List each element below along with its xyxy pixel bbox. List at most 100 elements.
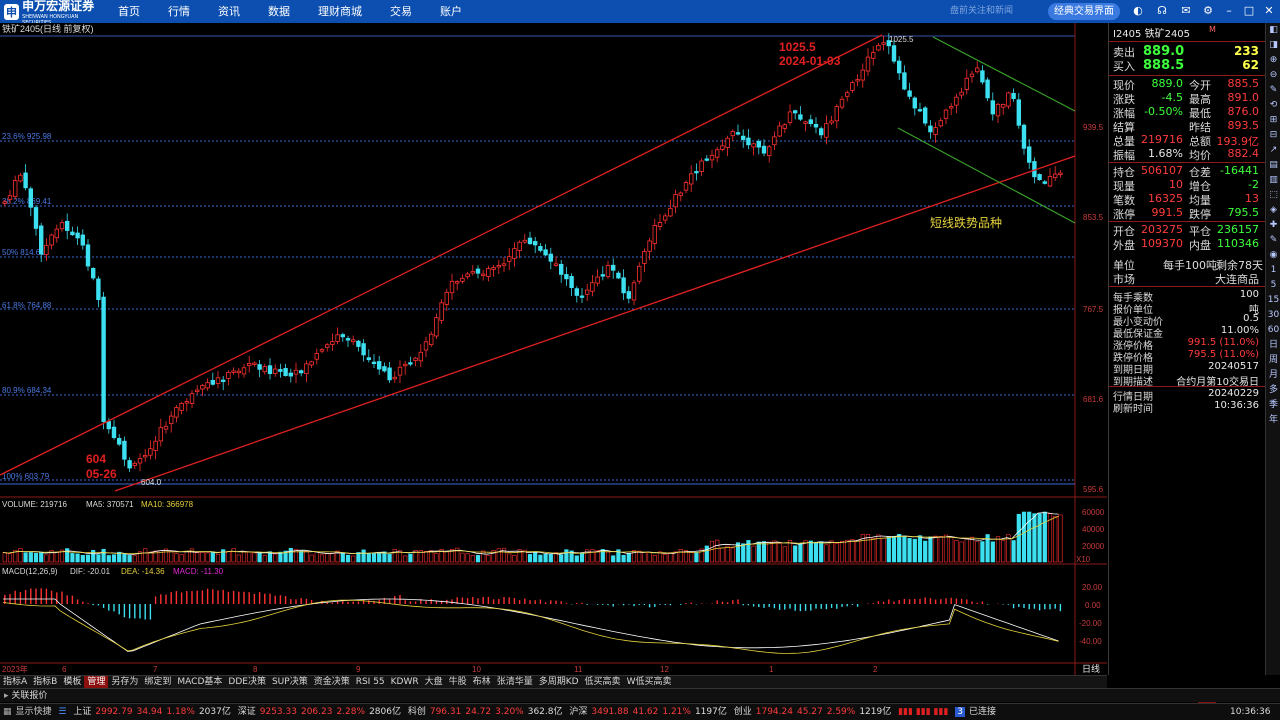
volume-bar — [361, 549, 366, 563]
drawing-tool-icon[interactable]: ◈ — [1266, 203, 1280, 218]
candle — [85, 244, 91, 267]
nav-home[interactable]: 首页 — [104, 0, 154, 23]
vol-tick: 20000 — [1082, 542, 1105, 551]
ask-price[interactable]: 889.0 — [1143, 44, 1184, 59]
show-shortcut-button[interactable]: 显示快捷 — [16, 707, 52, 717]
candle — [449, 280, 455, 294]
candle — [782, 124, 787, 129]
mail-icon[interactable]: ✉ — [1179, 4, 1193, 18]
drawing-tool-icon[interactable]: ⟲ — [1266, 98, 1280, 113]
gear-icon[interactable]: ⚙ — [1201, 4, 1215, 18]
kline-chart[interactable]: 23.6% 925.98 38.2% 869.41 50% 814.61 61.… — [0, 23, 1107, 675]
info-value: 991.5 (11.0%) — [1187, 337, 1259, 348]
list-icon[interactable]: ☰ — [58, 707, 66, 717]
month-tick: 10 — [472, 665, 481, 674]
drawing-tool-icon[interactable]: ◧ — [1266, 23, 1280, 38]
period-button[interactable]: 60 — [1266, 323, 1280, 338]
candle — [512, 248, 517, 259]
volume-bar — [730, 547, 735, 563]
candle — [148, 448, 153, 456]
volume-bar — [215, 553, 221, 563]
quote-field-label: 外盘 — [1113, 239, 1135, 252]
nav-quotes[interactable]: 行情 — [154, 0, 204, 23]
classic-trade-button[interactable]: 经典交易界面 — [1048, 3, 1120, 20]
quote-row: 振幅 1.68% 均价 882.4 — [1113, 147, 1263, 162]
drawing-tool-icon[interactable]: ◨ — [1266, 38, 1280, 53]
nav-trade[interactable]: 交易 — [376, 0, 426, 23]
linked-quote-bar[interactable]: ▸ 关联报价 — [0, 688, 1280, 702]
period-button[interactable]: 月 — [1266, 368, 1280, 383]
bid-price[interactable]: 888.5 — [1143, 58, 1184, 73]
nav-account[interactable]: 账户 — [426, 0, 476, 23]
candle — [517, 241, 522, 251]
period-button[interactable]: 多 — [1266, 383, 1280, 398]
candle — [777, 125, 782, 137]
volume-bar — [486, 555, 491, 563]
drawing-tool-icon[interactable]: ⊕ — [1266, 53, 1280, 68]
candle — [569, 276, 574, 289]
period-button[interactable]: 30 — [1266, 308, 1280, 323]
macd-dea: DEA: -14.36 — [121, 567, 165, 576]
drawing-tool-icon[interactable]: ↗ — [1266, 143, 1280, 158]
drawing-tool-icon[interactable]: ✎ — [1266, 83, 1280, 98]
drawing-tool-icon[interactable]: ⊞ — [1266, 113, 1280, 128]
volume-bar — [839, 540, 845, 563]
candle — [75, 232, 80, 239]
contract-info-row: 到期描述 合约月第10交易日 — [1113, 373, 1263, 388]
logo-text: 申万宏源证券 — [22, 0, 95, 13]
sh-index-label[interactable]: 上证 — [73, 707, 91, 717]
headset-icon[interactable]: ☊ — [1155, 4, 1169, 18]
contract-info-row: 跌停价格 795.5 (11.0%) — [1113, 349, 1263, 364]
drawing-tool-icon[interactable]: ⊖ — [1266, 68, 1280, 83]
hs-index-pct: 1.21% — [662, 707, 691, 717]
grid-icon[interactable]: ▦ — [3, 707, 12, 717]
period-button[interactable]: 日 — [1266, 338, 1280, 353]
volume-bar — [54, 552, 59, 563]
candle — [210, 380, 215, 385]
cy-index-label[interactable]: 创业 — [734, 707, 752, 717]
period-button[interactable]: 季 — [1266, 398, 1280, 413]
dif-line — [3, 598, 1059, 652]
close-icon[interactable]: ✕ — [1262, 4, 1276, 18]
quote-row: 开仓 203275 平仓 236157 — [1113, 223, 1263, 238]
minimize-icon[interactable]: – — [1222, 4, 1236, 18]
candle — [428, 333, 434, 346]
quote-field-label: 跌停 — [1189, 208, 1211, 221]
maximize-icon[interactable]: □ — [1242, 4, 1256, 18]
upper-channel-line — [0, 34, 883, 476]
nav-news[interactable]: 资讯 — [204, 0, 254, 23]
dea-line — [2, 599, 1059, 654]
period-button[interactable]: 15 — [1266, 293, 1280, 308]
nav-mall[interactable]: 理财商城 — [304, 0, 376, 23]
drawing-tool-icon[interactable]: ◉ — [1266, 248, 1280, 263]
nav-data[interactable]: 数据 — [254, 0, 304, 23]
candle — [163, 425, 169, 430]
candle — [117, 437, 122, 445]
period-button[interactable]: 5 — [1266, 278, 1280, 293]
skin-icon[interactable]: ◐ — [1131, 4, 1145, 18]
candle — [18, 174, 23, 182]
drawing-tool-icon[interactable]: ⊟ — [1266, 128, 1280, 143]
period-button[interactable]: 周 — [1266, 353, 1280, 368]
period-label[interactable]: 日线 — [1082, 663, 1100, 674]
drawing-tool-icon[interactable]: ✎ — [1266, 233, 1280, 248]
candle — [1047, 176, 1053, 187]
info-value: 10:36:36 — [1214, 400, 1259, 411]
macd-tick: 0.00 — [1085, 601, 1101, 610]
sz-index-label[interactable]: 深证 — [238, 707, 256, 717]
candle — [689, 173, 694, 185]
drawing-tool-icon[interactable]: ▤ — [1266, 158, 1280, 173]
period-button[interactable]: 年 — [1266, 413, 1280, 428]
volume-bar — [351, 555, 356, 563]
volume-bar — [1027, 511, 1032, 563]
candle — [725, 137, 730, 148]
drawing-tool-icon[interactable]: ▥ — [1266, 173, 1280, 188]
contract-info-row: 最低保证金 11.00% — [1113, 325, 1263, 340]
kc-index-label[interactable]: 科创 — [408, 707, 426, 717]
chart-pane[interactable]: 23.6% 925.98 38.2% 869.41 50% 814.61 61.… — [0, 23, 1107, 675]
hs-index-label[interactable]: 沪深 — [569, 707, 587, 717]
period-button[interactable]: 1 — [1266, 263, 1280, 278]
drawing-tool-icon[interactable]: ✚ — [1266, 218, 1280, 233]
volume-bar — [18, 548, 23, 563]
drawing-tool-icon[interactable]: ⬚ — [1266, 188, 1280, 203]
